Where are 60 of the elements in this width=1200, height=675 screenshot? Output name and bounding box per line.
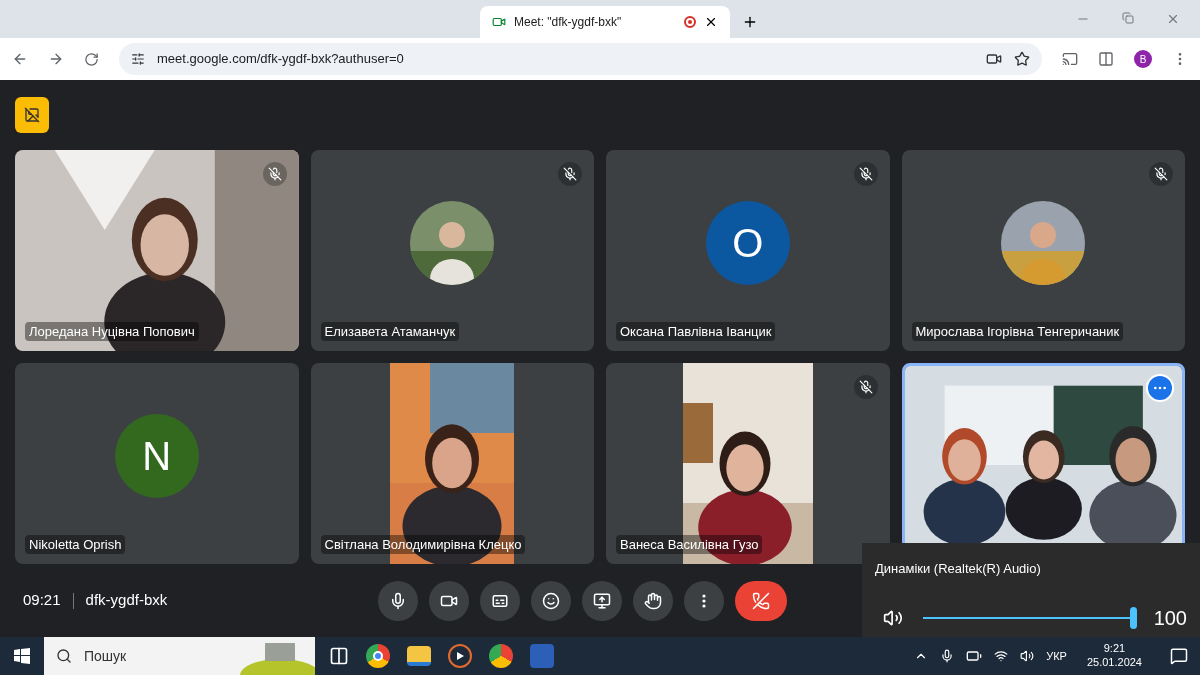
volume-slider-thumb[interactable] (1129, 606, 1137, 629)
more-vertical-icon (702, 593, 707, 608)
participant-tile[interactable]: Світлана Володимирівна Клецко (310, 363, 594, 564)
profile-avatar[interactable]: B (1134, 50, 1152, 68)
volume-reading: 100 (1153, 605, 1187, 631)
side-panel-icon[interactable] (1098, 51, 1114, 67)
chrome-icon[interactable] (366, 644, 390, 668)
participant-tile[interactable]: Мирослава Ігорівна Тенгеричаник (901, 150, 1185, 351)
notifications-icon[interactable] (1170, 647, 1188, 665)
avatar-letter: N (114, 413, 199, 498)
participant-name: Елизавета Атаманчук (320, 321, 460, 341)
participant-tile[interactable]: O Оксана Павлівна Іванцик (606, 150, 890, 351)
star-icon[interactable] (1014, 51, 1030, 67)
chrome-profile-icon[interactable] (489, 644, 513, 668)
clock-date: 25.01.2024 (1086, 656, 1142, 670)
forward-icon[interactable] (48, 51, 64, 67)
play-icon (456, 652, 464, 660)
leave-call-button[interactable] (735, 580, 788, 621)
participant-name: Nikoletta Oprish (25, 534, 126, 554)
battery-icon[interactable] (966, 648, 983, 664)
wifi-icon[interactable] (994, 649, 1009, 663)
cast-icon[interactable] (1062, 51, 1078, 67)
participant-tile[interactable]: Елизавета Атаманчук (310, 150, 594, 351)
close-icon[interactable] (704, 15, 718, 29)
meet-logo-icon (492, 15, 506, 29)
back-icon[interactable] (12, 51, 28, 67)
participant-tile[interactable]: Ванеса Василівна Гузо (606, 363, 890, 564)
folder-icon[interactable] (407, 646, 431, 666)
participant-name: Ванеса Василівна Гузо (616, 534, 763, 554)
search-field[interactable]: Пошук (44, 637, 315, 675)
avatar-letter: O (705, 200, 790, 285)
speaker-icon[interactable] (1020, 649, 1035, 663)
site-settings-icon[interactable] (131, 52, 145, 66)
search-icon (56, 648, 72, 664)
language-indicator[interactable]: УКР (1046, 647, 1067, 665)
camera-off-badge[interactable] (15, 97, 49, 133)
participant-name: Мирослава Ігорівна Тенгеричаник (911, 321, 1124, 341)
participant-name: Лоредана Нуцівна Попович (25, 321, 199, 341)
address-bar[interactable]: meet.google.com/dfk-ygdf-bxk?authuser=0 (119, 43, 1042, 75)
media-player-icon[interactable] (448, 644, 472, 668)
new-tab-icon[interactable] (742, 14, 758, 30)
present-screen-icon (593, 591, 612, 610)
microphone-icon[interactable] (940, 649, 955, 663)
camera-icon[interactable] (986, 51, 1002, 67)
clock-time: 9:21 (1103, 642, 1126, 656)
url-text: meet.google.com/dfk-ygdf-bxk?authuser=0 (157, 50, 405, 69)
hang-up-icon (752, 591, 771, 610)
tab-title: Meet: "dfk-ygdf-bxk" (514, 14, 623, 31)
smiley-icon (542, 591, 561, 610)
participant-name: Світлана Володимирівна Клецко (320, 534, 526, 554)
meeting-code: dfk-ygdf-bxk (85, 590, 168, 611)
search-placeholder: Пошук (84, 646, 128, 666)
participant-name: Оксана Павлівна Іванцик (616, 321, 776, 341)
task-view-icon[interactable] (329, 646, 349, 666)
recording-icon (684, 16, 696, 28)
participant-tile[interactable]: Лоредана Нуцівна Попович (15, 150, 299, 351)
meeting-time: 09:21 (23, 590, 61, 611)
reload-icon[interactable] (84, 51, 99, 67)
hand-icon (644, 591, 663, 610)
participant-tile[interactable]: N Nikoletta Oprish (15, 363, 299, 564)
